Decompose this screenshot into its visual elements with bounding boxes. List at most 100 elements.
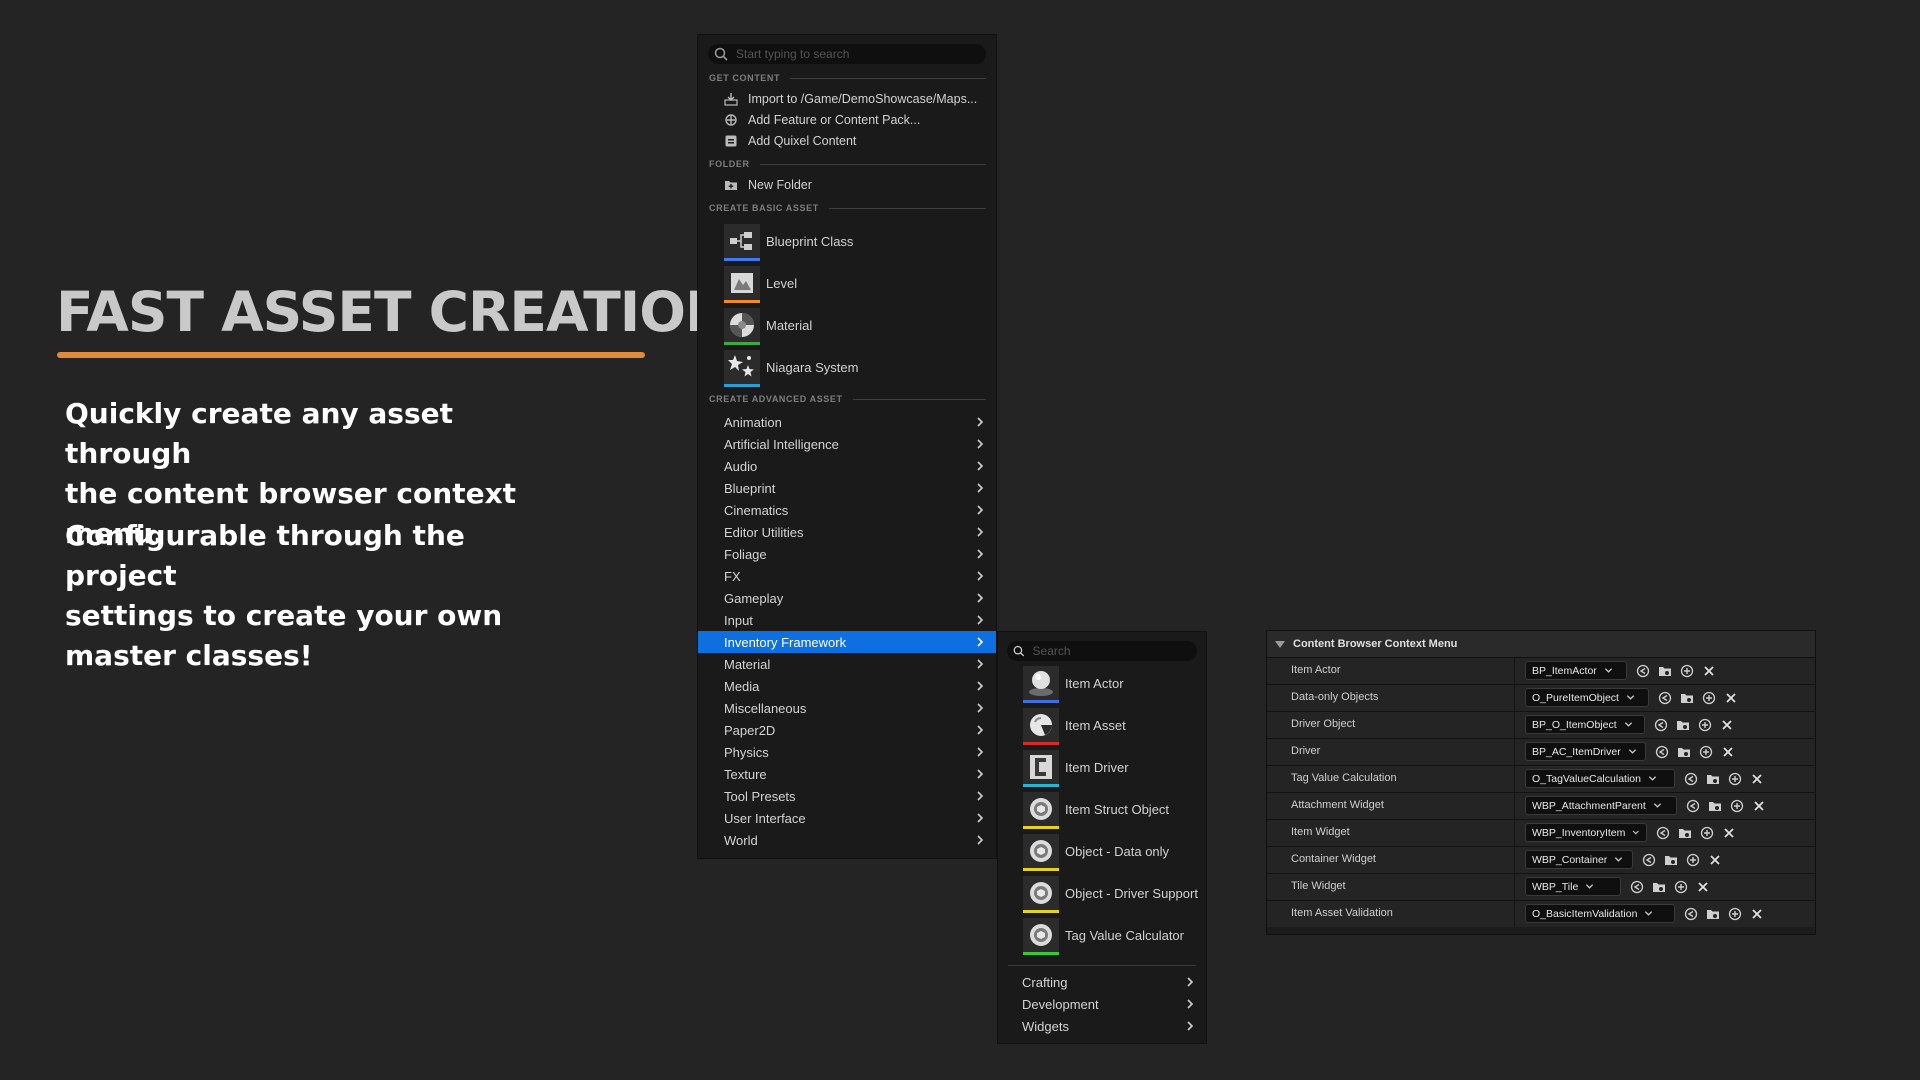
clear-icon[interactable] <box>1749 771 1765 787</box>
browse-folder-icon[interactable] <box>1707 798 1723 814</box>
browse-folder-icon[interactable] <box>1675 717 1691 733</box>
browse-folder-icon[interactable] <box>1705 906 1721 922</box>
class-picker-dropdown[interactable]: O_PureItemObject <box>1525 688 1649 707</box>
subcategory-crafting[interactable]: Crafting <box>998 971 1206 993</box>
add-new-icon[interactable] <box>1697 717 1713 733</box>
menu-item-new-folder[interactable]: New Folder <box>724 175 812 195</box>
use-selected-icon[interactable] <box>1629 879 1645 895</box>
inventory-item-item-asset[interactable]: Item Asset <box>1023 705 1126 745</box>
inventory-item-object-driver-support[interactable]: Object - Driver Support <box>1023 873 1198 913</box>
basic-asset-level[interactable]: Level <box>724 263 797 303</box>
chevron-down-icon <box>1604 668 1612 673</box>
category-foliage[interactable]: Foliage <box>698 543 996 565</box>
inventory-item-item-actor[interactable]: Item Actor <box>1023 663 1124 703</box>
use-selected-icon[interactable] <box>1641 852 1657 868</box>
class-picker-dropdown[interactable]: BP_O_ItemObject <box>1525 715 1645 734</box>
chevron-right-icon <box>977 461 984 471</box>
menu-search-input[interactable] <box>736 47 936 61</box>
menu-item-add-feature[interactable]: Add Feature or Content Pack... <box>724 110 920 130</box>
use-selected-icon[interactable] <box>1654 744 1670 760</box>
inventory-item-object-data-only[interactable]: Object - Data only <box>1023 831 1169 871</box>
category-editor-utilities[interactable]: Editor Utilities <box>698 521 996 543</box>
category-user-interface[interactable]: User Interface <box>698 807 996 829</box>
clear-icon[interactable] <box>1701 663 1717 679</box>
settings-row-label: Item Asset Validation <box>1291 907 1393 919</box>
category-inventory-framework[interactable]: Inventory Framework <box>698 631 996 653</box>
class-picker-dropdown[interactable]: WBP_Tile <box>1525 877 1621 896</box>
use-selected-icon[interactable] <box>1657 690 1673 706</box>
class-picker-dropdown[interactable]: BP_ItemActor <box>1525 661 1627 680</box>
category-fx[interactable]: FX <box>698 565 996 587</box>
category-gameplay[interactable]: Gameplay <box>698 587 996 609</box>
use-selected-icon[interactable] <box>1653 717 1669 733</box>
clear-icon[interactable] <box>1720 744 1736 760</box>
use-selected-icon[interactable] <box>1635 663 1651 679</box>
inventory-item-item-driver[interactable]: Item Driver <box>1023 747 1129 787</box>
menu-search-box[interactable] <box>708 44 986 64</box>
add-new-icon[interactable] <box>1673 879 1689 895</box>
category-input[interactable]: Input <box>698 609 996 631</box>
category-animation[interactable]: Animation <box>698 411 996 433</box>
category-miscellaneous[interactable]: Miscellaneous <box>698 697 996 719</box>
category-world[interactable]: World <box>698 829 996 851</box>
basic-asset-blueprint-class[interactable]: Blueprint Class <box>724 221 853 261</box>
category-texture[interactable]: Texture <box>698 763 996 785</box>
add-new-icon[interactable] <box>1685 852 1701 868</box>
subcategory-widgets[interactable]: Widgets <box>998 1015 1206 1037</box>
category-paper2d[interactable]: Paper2D <box>698 719 996 741</box>
browse-folder-icon[interactable] <box>1676 744 1692 760</box>
add-new-icon[interactable] <box>1727 771 1743 787</box>
category-artificial-intelligence[interactable]: Artificial Intelligence <box>698 433 996 455</box>
clear-icon[interactable] <box>1707 852 1723 868</box>
inventory-item-label: Item Asset <box>1065 717 1126 733</box>
add-new-icon[interactable] <box>1679 663 1695 679</box>
collapse-arrow-icon[interactable] <box>1275 640 1285 648</box>
browse-folder-icon[interactable] <box>1663 852 1679 868</box>
browse-folder-icon[interactable] <box>1705 771 1721 787</box>
browse-folder-icon[interactable] <box>1657 663 1673 679</box>
add-new-icon[interactable] <box>1698 744 1714 760</box>
class-picker-dropdown[interactable]: O_BasicItemValidation <box>1525 904 1675 923</box>
panel-header[interactable]: Content Browser Context Menu <box>1267 631 1815 657</box>
inventory-item-item-struct-object[interactable]: Item Struct Object <box>1023 789 1169 829</box>
class-picker-dropdown[interactable]: WBP_Container <box>1525 850 1633 869</box>
browse-folder-icon[interactable] <box>1651 879 1667 895</box>
add-new-icon[interactable] <box>1699 825 1715 841</box>
subcategory-development[interactable]: Development <box>998 993 1206 1015</box>
use-selected-icon[interactable] <box>1683 906 1699 922</box>
submenu-search-box[interactable] <box>1007 641 1197 661</box>
add-new-icon[interactable] <box>1729 798 1745 814</box>
category-label: Input <box>724 612 753 628</box>
clear-icon[interactable] <box>1749 906 1765 922</box>
inventory-item-tag-value-calculator[interactable]: Tag Value Calculator <box>1023 915 1184 955</box>
browse-folder-icon[interactable] <box>1677 825 1693 841</box>
clear-icon[interactable] <box>1719 717 1735 733</box>
basic-asset-material[interactable]: Material <box>724 305 812 345</box>
add-new-icon[interactable] <box>1701 690 1717 706</box>
submenu-search-input[interactable] <box>1032 644 1197 658</box>
add-new-icon[interactable] <box>1727 906 1743 922</box>
clear-icon[interactable] <box>1723 690 1739 706</box>
category-audio[interactable]: Audio <box>698 455 996 477</box>
section-label: FOLDER <box>709 159 750 169</box>
category-media[interactable]: Media <box>698 675 996 697</box>
basic-asset-niagara-system[interactable]: Niagara System <box>724 347 858 387</box>
clear-icon[interactable] <box>1695 879 1711 895</box>
class-picker-dropdown[interactable]: BP_AC_ItemDriver <box>1525 742 1646 761</box>
browse-folder-icon[interactable] <box>1679 690 1695 706</box>
category-tool-presets[interactable]: Tool Presets <box>698 785 996 807</box>
class-picker-dropdown[interactable]: O_TagValueCalculation <box>1525 769 1675 788</box>
class-picker-dropdown[interactable]: WBP_InventoryItem <box>1525 823 1647 842</box>
clear-icon[interactable] <box>1721 825 1737 841</box>
menu-item-add-quixel[interactable]: Add Quixel Content <box>724 131 856 151</box>
category-blueprint[interactable]: Blueprint <box>698 477 996 499</box>
category-cinematics[interactable]: Cinematics <box>698 499 996 521</box>
use-selected-icon[interactable] <box>1685 798 1701 814</box>
use-selected-icon[interactable] <box>1683 771 1699 787</box>
menu-item-import[interactable]: Import to /Game/DemoShowcase/Maps... <box>724 89 977 109</box>
class-picker-dropdown[interactable]: WBP_AttachmentParent <box>1525 796 1677 815</box>
clear-icon[interactable] <box>1751 798 1767 814</box>
category-physics[interactable]: Physics <box>698 741 996 763</box>
use-selected-icon[interactable] <box>1655 825 1671 841</box>
category-material[interactable]: Material <box>698 653 996 675</box>
